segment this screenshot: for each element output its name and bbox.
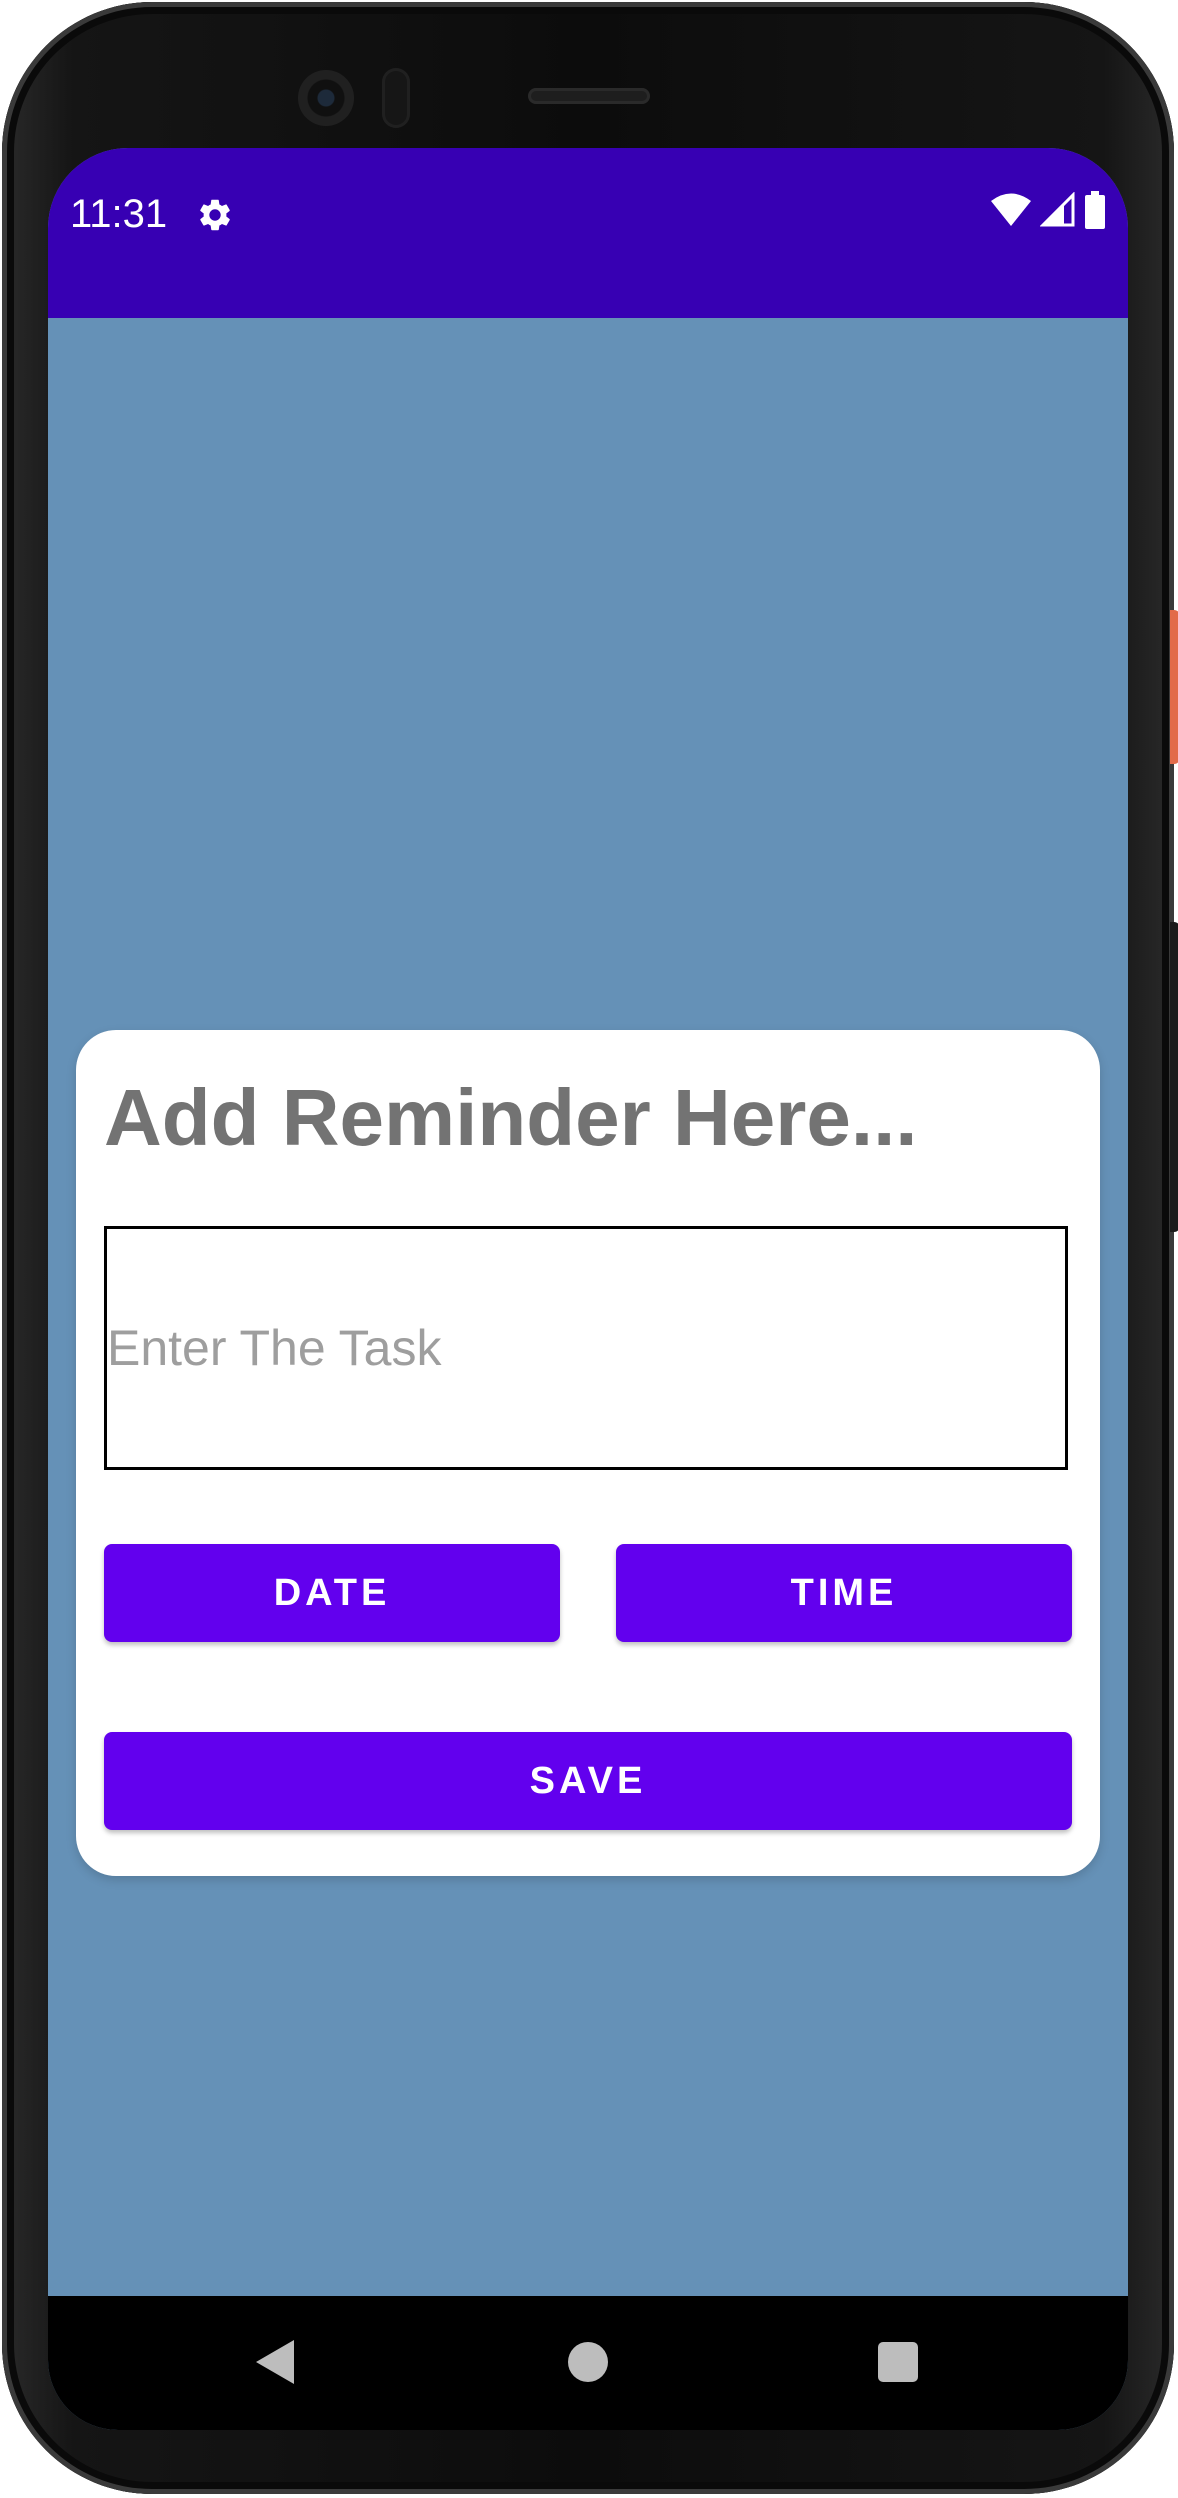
save-button[interactable]: SAVE [104,1732,1072,1830]
wifi-icon [990,192,1032,233]
content-area: Add Reminder Here... DATE TIME SAVE [48,318,1128,2296]
volume-button [1170,922,1178,1232]
recent-apps-icon[interactable] [878,2342,918,2382]
task-input[interactable] [104,1226,1068,1470]
back-icon[interactable] [254,2338,298,2386]
front-camera [298,70,354,126]
time-button[interactable]: TIME [616,1544,1072,1642]
cellular-signal-icon [1039,190,1076,233]
status-time: 11:31 [70,192,168,236]
card-title: Add Reminder Here... [104,1073,918,1162]
proximity-sensor [382,68,410,128]
add-reminder-card: Add Reminder Here... DATE TIME SAVE [76,1030,1100,1876]
battery-icon [1084,190,1106,234]
power-button [1170,610,1178,764]
earpiece-speaker [528,88,650,104]
status-icons [990,190,1106,234]
date-button[interactable]: DATE [104,1544,560,1642]
screen: 11:31 Add Reminder Here... Enter The Tas… [48,148,1128,2430]
status-bar: 11:31 [48,148,1128,318]
navigation-bar [48,2296,1128,2430]
settings-gear-icon [196,196,234,234]
phone-frame: 11:31 Add Reminder Here... Enter The Tas… [2,2,1178,2494]
home-icon[interactable] [568,2342,608,2382]
